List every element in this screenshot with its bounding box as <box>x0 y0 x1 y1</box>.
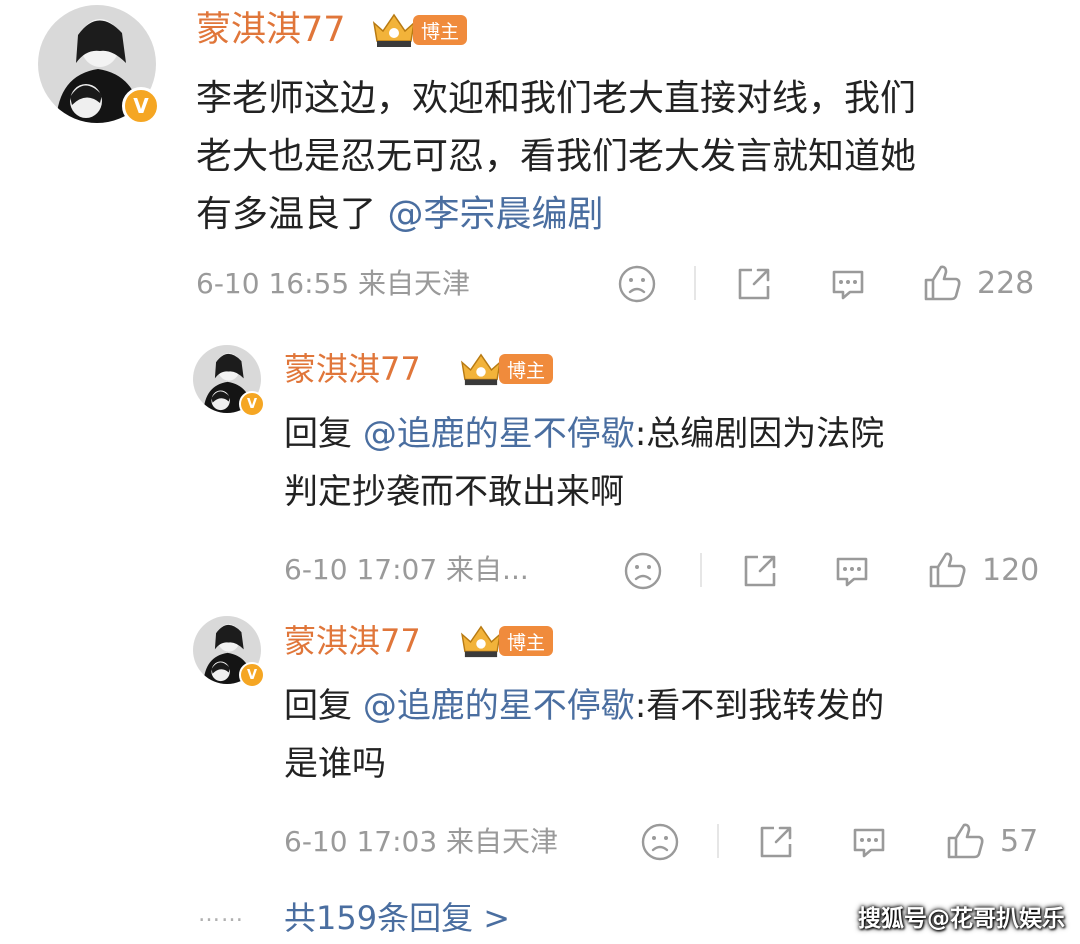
username[interactable]: 蒙淇淇77 <box>196 8 346 52</box>
reply-line: 回复 @追鹿的星不停歇:看不到我转发的 <box>284 680 884 732</box>
mention-link[interactable]: @追鹿的星不停歇 <box>363 686 635 726</box>
like-count: 57 <box>1000 823 1039 859</box>
watermark: 搜狐号@花哥扒娱乐 <box>858 906 1065 932</box>
blogger-badge: 博主 <box>459 624 553 658</box>
share-button[interactable] <box>734 264 774 304</box>
reply-meta: 6-10 17:07 来自... <box>284 553 529 586</box>
blogger-tag: 博主 <box>499 626 553 656</box>
verified-v-icon: V <box>122 87 160 125</box>
sad-face-icon <box>641 823 679 861</box>
divider <box>700 553 702 587</box>
mention-link[interactable]: @李宗晨编剧 <box>387 194 603 235</box>
avatar[interactable]: V <box>38 5 160 125</box>
avatar[interactable]: V <box>193 345 265 417</box>
divider <box>717 824 719 858</box>
comment-line: 老大也是忍无可忍，看我们老大发言就知道她 <box>196 136 917 177</box>
like-button[interactable]: 228 <box>921 262 1034 304</box>
dislike-button[interactable] <box>617 264 657 304</box>
dislike-button[interactable] <box>623 551 663 591</box>
username[interactable]: 蒙淇淇77 <box>284 620 421 662</box>
more-replies-link[interactable]: 共159条回复 > <box>284 896 510 940</box>
divider <box>694 266 696 300</box>
share-button[interactable] <box>756 822 796 862</box>
reply-line: 是谁吗 <box>284 744 386 784</box>
comment-button[interactable] <box>849 822 889 862</box>
share-icon <box>744 555 776 587</box>
blogger-tag: 博主 <box>413 15 467 45</box>
share-icon <box>760 826 792 858</box>
comment-line: 李老师这边，欢迎和我们老大直接对线，我们 <box>196 78 917 119</box>
like-button[interactable]: 57 <box>944 820 1038 862</box>
comment-icon <box>836 557 868 587</box>
sad-face-icon <box>624 552 662 590</box>
like-button[interactable]: 120 <box>926 549 1039 591</box>
reply-label: 回复 <box>284 686 352 726</box>
reply-line: 判定抄袭而不敢出来啊 <box>284 472 624 512</box>
weibo-comment-thread: V 蒙淇淇77 博主 李老师这边，欢迎和我们老大直接对线，我们 老大也是忍无可忍… <box>0 0 1080 944</box>
thumbs-up-icon <box>924 265 961 301</box>
avatar[interactable]: V <box>193 616 265 688</box>
comment-icon <box>832 270 864 300</box>
reply-text: :看不到我转发的 <box>634 686 885 726</box>
blogger-badge: 博主 <box>459 352 553 386</box>
like-count: 228 <box>977 265 1035 301</box>
verified-v-icon: V <box>239 662 265 688</box>
reply-label: 回复 <box>284 414 352 454</box>
crown-icon <box>461 625 501 658</box>
crown-icon <box>372 13 416 47</box>
thumbs-up-icon <box>947 823 984 859</box>
share-button[interactable] <box>740 551 780 591</box>
share-icon <box>738 268 770 300</box>
like-count: 120 <box>982 552 1040 588</box>
reply-line: 回复 @追鹿的星不停歇:总编剧因为法院 <box>284 408 884 460</box>
blogger-badge: 博主 <box>371 12 467 48</box>
ellipsis-dots: …… <box>198 902 244 927</box>
dislike-button[interactable] <box>640 822 680 862</box>
verified-v-icon: V <box>239 391 265 417</box>
comment-text: 有多温良了 <box>196 194 377 235</box>
username[interactable]: 蒙淇淇77 <box>284 348 421 390</box>
reply-meta: 6-10 17:03 来自天津 <box>284 825 559 858</box>
comment-line: 有多温良了 @李宗晨编剧 <box>196 188 603 242</box>
comment-button[interactable] <box>828 264 868 304</box>
blogger-tag: 博主 <box>499 354 553 384</box>
mention-link[interactable]: @追鹿的星不停歇 <box>363 414 635 454</box>
comment-icon <box>853 828 885 858</box>
reply-text: :总编剧因为法院 <box>634 414 885 454</box>
comment-button[interactable] <box>832 551 872 591</box>
sad-face-icon <box>618 265 656 303</box>
crown-icon <box>461 353 501 386</box>
comment-meta: 6-10 16:55 来自天津 <box>196 267 471 300</box>
thumbs-up-icon <box>929 552 966 588</box>
